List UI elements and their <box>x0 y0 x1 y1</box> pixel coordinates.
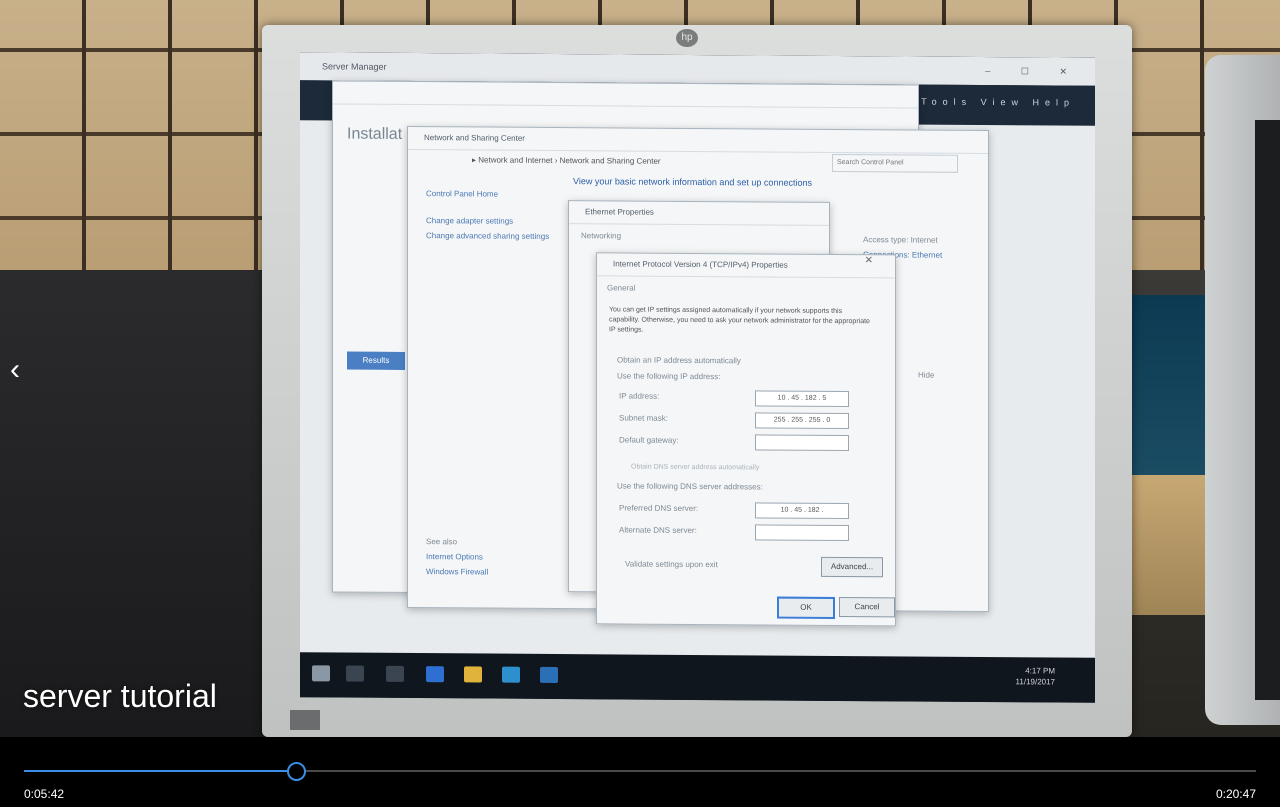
network-sharing-title: Network and Sharing Center <box>408 126 988 155</box>
hp-logo-icon: hp <box>676 29 698 47</box>
tray-time: 4:17 PM <box>1025 666 1055 676</box>
seek-bar-progress <box>24 770 296 772</box>
preferred-dns-label: Preferred DNS server: <box>619 503 699 514</box>
windows-taskbar: 4:17 PM 11/19/2017 <box>300 652 1095 703</box>
ipv4-description: You can get IP settings assigned automat… <box>609 306 870 334</box>
sidebar-item-adapter[interactable]: Change adapter settings <box>426 216 556 226</box>
manual-dns-radio[interactable]: Use the following DNS server addresses: <box>617 481 763 491</box>
subnet-label: Subnet mask: <box>619 413 668 423</box>
sidebar-item-home[interactable]: Control Panel Home <box>426 189 556 199</box>
results-button[interactable]: Results <box>347 351 405 370</box>
see-also: See also Internet Options Windows Firewa… <box>426 537 488 576</box>
see-also-heading: See also <box>426 537 458 547</box>
validate-checkbox[interactable]: Validate settings upon exit <box>625 559 718 569</box>
gateway-label: Default gateway: <box>619 435 679 445</box>
seek-bar[interactable] <box>24 770 1256 772</box>
ip-label: IP address: <box>619 391 660 401</box>
ipv4-title: Internet Protocol Version 4 (TCP/IPv4) P… <box>597 253 895 279</box>
file-explorer-icon[interactable] <box>464 666 482 683</box>
cancel-button[interactable]: Cancel <box>839 596 895 618</box>
auto-dns-radio[interactable]: Obtain DNS server address automatically <box>631 464 759 472</box>
video-frame[interactable]: hp Server Manager – ☐ ✕ Manage Tools Vie… <box>0 0 1280 737</box>
advanced-button[interactable]: Advanced... <box>821 556 883 578</box>
ns-heading: View your basic network information and … <box>573 176 812 188</box>
network-window-icon[interactable] <box>540 666 558 684</box>
task-view-icon[interactable] <box>386 665 404 682</box>
ok-button[interactable]: OK <box>777 596 835 619</box>
subnet-input[interactable]: 255 . 255 . 255 . 0 <box>755 412 849 430</box>
preferred-dns-input[interactable]: 10 . 45 . 182 . <box>755 502 849 520</box>
monitor-badge <box>290 710 320 730</box>
gateway-input[interactable] <box>755 434 849 452</box>
current-time: 0:05:42 <box>24 787 65 801</box>
edge-icon[interactable] <box>426 666 444 683</box>
internet-options-link[interactable]: Internet Options <box>426 552 488 561</box>
ipv4-dialog: Internet Protocol Version 4 (TCP/IPv4) P… <box>596 252 896 627</box>
auto-ip-radio[interactable]: Obtain an IP address automatically <box>617 355 741 365</box>
ip-address-input[interactable]: 10 . 45 . 182 . 5 <box>755 390 849 408</box>
networking-tab[interactable]: Networking <box>581 231 621 240</box>
firewall-link[interactable]: Windows Firewall <box>426 567 488 576</box>
screen-desktop: Installat Results Network and Sharing Ce… <box>300 80 1095 666</box>
tray-date: 11/19/2017 <box>1015 677 1055 687</box>
start-icon[interactable] <box>312 665 330 682</box>
alternate-dns-input[interactable] <box>755 524 849 542</box>
media-player: hp Server Manager – ☐ ✕ Manage Tools Vie… <box>0 0 1280 807</box>
second-monitor-screen <box>1255 120 1280 700</box>
search-input[interactable]: Search Control Panel <box>832 153 958 173</box>
close-icon[interactable]: ✕ <box>865 255 885 266</box>
seek-thumb[interactable] <box>286 762 306 781</box>
general-tab[interactable]: General <box>607 283 635 292</box>
hide-label[interactable]: Hide <box>918 371 934 380</box>
playback-controls <box>0 737 1280 807</box>
video-caption: server tutorial <box>23 678 217 714</box>
manual-ip-radio[interactable]: Use the following IP address: <box>617 371 720 381</box>
monitor-screen: Server Manager – ☐ ✕ Manage Tools View H… <box>300 52 1095 703</box>
system-tray: 4:17 PM 11/19/2017 <box>1016 665 1055 687</box>
window-controls: – ☐ ✕ <box>985 66 1081 77</box>
access-type: Access type: Internet <box>863 235 938 245</box>
ethernet-title: Ethernet Properties <box>569 201 829 226</box>
search-icon[interactable] <box>346 665 364 682</box>
installation-heading: Installat <box>347 125 403 143</box>
sidebar-item-advanced-sharing[interactable]: Change advanced sharing settings <box>426 231 556 241</box>
previous-chevron-icon[interactable]: ‹ <box>4 350 26 390</box>
server-manager-icon[interactable] <box>502 666 520 683</box>
wizard-title <box>333 81 918 109</box>
breadcrumb: ▸ Network and Internet › Network and Sha… <box>472 155 661 166</box>
window-title: Server Manager <box>322 61 387 72</box>
background-left <box>0 270 300 737</box>
ns-sidebar: Control Panel Home Change adapter settin… <box>426 189 556 241</box>
total-time: 0:20:47 <box>1215 787 1256 801</box>
alternate-dns-label: Alternate DNS server: <box>619 525 697 535</box>
